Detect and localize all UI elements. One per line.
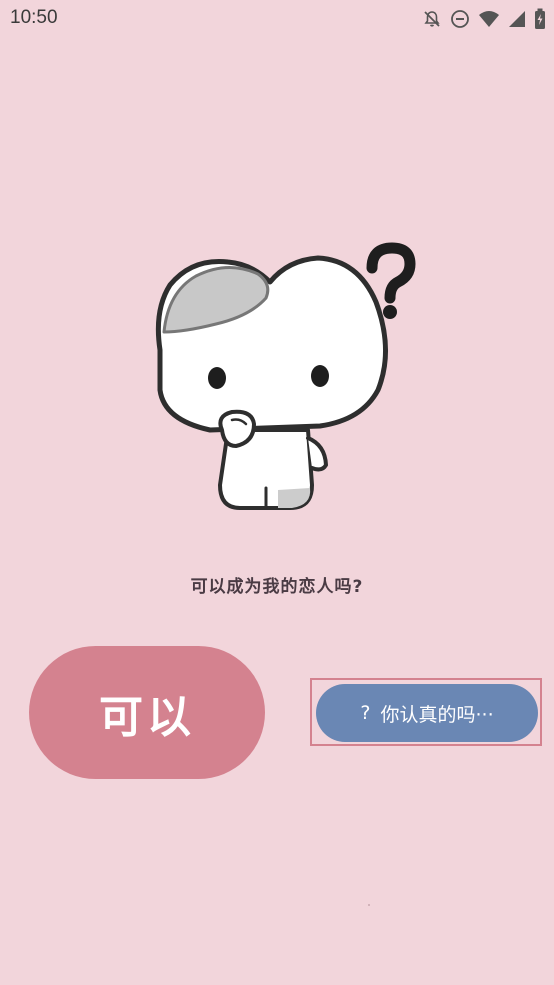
battery-charging-icon [534, 8, 546, 30]
decorative-dot [368, 904, 370, 906]
wifi-icon [478, 9, 500, 29]
question-mark-icon: ? [360, 702, 371, 724]
do-not-disturb-icon [450, 9, 470, 29]
status-time: 10:50 [10, 7, 58, 28]
signal-icon [508, 9, 526, 29]
question-text: 可以成为我的恋人吗? [190, 577, 364, 597]
are-you-serious-label: 你认真的吗··· [380, 703, 494, 726]
yes-button[interactable]: 可以 [29, 646, 265, 779]
notifications-off-icon [422, 9, 442, 29]
status-bar: 10:50 [0, 0, 554, 38]
status-icons [422, 7, 546, 31]
mascot-illustration [140, 240, 420, 520]
are-you-serious-button[interactable]: ? 你认真的吗··· [316, 684, 538, 742]
